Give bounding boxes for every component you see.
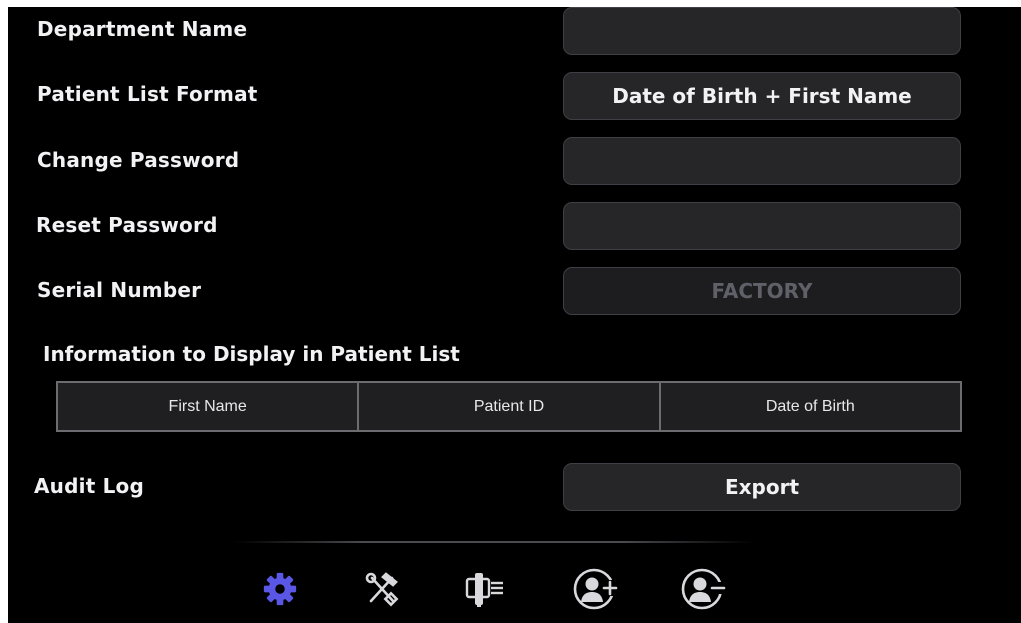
tools-icon [365, 572, 399, 607]
column-patient-id[interactable]: Patient ID [359, 383, 661, 430]
change-password-label: Change Password [37, 148, 240, 172]
audit-log-label: Audit Log [34, 474, 145, 498]
patient-list-display-title: Information to Display in Patient List [43, 342, 460, 366]
patient-list-columns: First Name Patient ID Date of Birth [56, 381, 962, 432]
nav-divider [234, 541, 754, 543]
serial-number-field: FACTORY [563, 267, 961, 315]
change-password-field[interactable] [563, 137, 961, 185]
patient-list-format-label: Patient List Format [37, 82, 258, 106]
nav-add-user[interactable] [572, 565, 620, 613]
nav-probe-list[interactable] [460, 565, 508, 613]
nav-remove-user[interactable] [680, 565, 728, 613]
gear-icon [263, 572, 297, 606]
column-date-of-birth[interactable]: Date of Birth [661, 383, 960, 430]
probe-list-icon [465, 573, 503, 607]
export-button[interactable]: Export [563, 463, 961, 511]
reset-password-field[interactable] [563, 202, 961, 250]
remove-user-icon [681, 568, 726, 610]
add-user-icon [573, 568, 618, 610]
settings-screen: Department Name Patient List Format Date… [8, 7, 1021, 623]
department-name-field[interactable] [563, 7, 961, 55]
nav-settings[interactable] [256, 565, 304, 613]
patient-list-format-select[interactable]: Date of Birth + First Name [563, 72, 961, 120]
nav-tools[interactable] [358, 565, 406, 613]
column-first-name[interactable]: First Name [58, 383, 360, 430]
serial-number-label: Serial Number [37, 278, 202, 302]
reset-password-label: Reset Password [36, 213, 218, 237]
department-name-label: Department Name [37, 17, 248, 41]
